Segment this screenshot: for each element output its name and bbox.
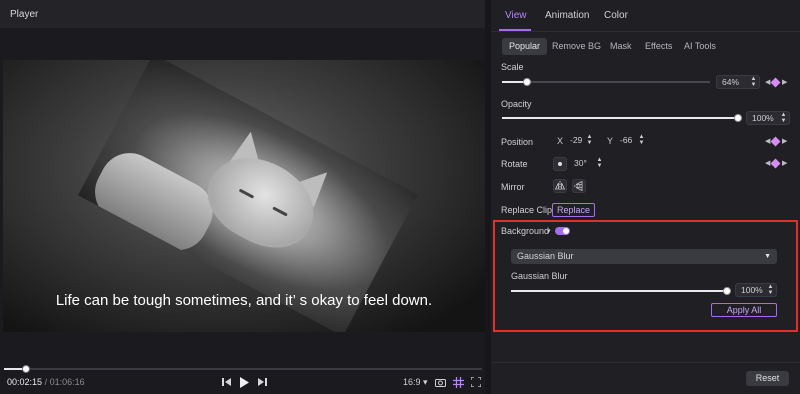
position-x-label: X <box>557 136 564 146</box>
next-frame-button[interactable] <box>256 374 268 390</box>
gaussian-blur-value-input[interactable]: 100% ▲ ▼ <box>735 283 777 297</box>
opacity-value: 100% <box>752 113 774 123</box>
aspect-ratio-value: 16:9 <box>403 377 421 387</box>
background-toggle[interactable] <box>555 227 570 235</box>
fullscreen-button[interactable] <box>469 374 483 390</box>
chevron-down-icon: ▼ <box>764 253 771 260</box>
timeline-playhead[interactable] <box>22 365 30 373</box>
tab-animation[interactable]: Animation <box>545 10 589 21</box>
opacity-label: Opacity <box>501 99 532 109</box>
play-icon <box>239 376 249 388</box>
play-button[interactable] <box>237 374 251 390</box>
next-frame-icon <box>257 378 267 386</box>
replace-clip-label: Replace Clip <box>501 205 553 215</box>
scale-value: 64% <box>722 77 740 87</box>
mirror-vertical-button[interactable] <box>572 179 586 193</box>
subtab-ai-tools[interactable]: AI Tools <box>677 38 723 55</box>
opacity-value-input[interactable]: 100% ▲ ▼ <box>746 111 790 125</box>
properties-panel: View Animation Color Popular Remove BG M… <box>491 0 800 394</box>
rotate-dial[interactable] <box>553 157 567 171</box>
rotate-value-input[interactable]: 30° ▲ ▼ <box>569 157 605 171</box>
scale-label: Scale <box>501 62 524 72</box>
photo-cat-head <box>193 140 329 264</box>
aspect-ratio-select[interactable]: 16:9 ▾ <box>403 377 428 388</box>
rotate-dial-icon <box>558 162 562 166</box>
scale-slider[interactable] <box>502 78 710 86</box>
replace-button[interactable]: Replace <box>552 203 595 217</box>
background-type-value: Gaussian Blur <box>517 251 574 261</box>
position-label: Position <box>501 137 534 147</box>
current-time: 00:02:15 <box>7 377 43 387</box>
flip-vertical-icon <box>574 180 584 192</box>
position-x-value: -29 <box>570 135 583 145</box>
stepper-icon[interactable]: ▲ ▼ <box>586 134 593 146</box>
stepper-icon[interactable]: ▲ ▼ <box>750 76 757 88</box>
opacity-slider-thumb[interactable] <box>734 114 742 122</box>
next-keyframe-icon[interactable]: ▶ <box>782 159 787 167</box>
rotate-value: 30° <box>574 158 587 168</box>
gaussian-blur-label: Gaussian Blur <box>511 271 568 281</box>
stepper-icon[interactable]: ▲ ▼ <box>638 134 645 146</box>
playback-timeline[interactable] <box>4 365 482 373</box>
apply-all-button[interactable]: Apply All <box>711 303 777 317</box>
tab-view[interactable]: View <box>505 10 527 21</box>
grid-toggle-button[interactable] <box>451 374 465 390</box>
total-time: 01:06:16 <box>49 377 85 387</box>
subtitle-text[interactable]: Life can be tough sometimes, and it’ s o… <box>3 292 485 309</box>
chevron-down-icon[interactable]: ▾ <box>547 227 551 235</box>
background-label: Background <box>501 226 550 236</box>
subtab-mask[interactable]: Mask <box>603 38 639 55</box>
stepper-icon[interactable]: ▲ ▼ <box>767 284 774 296</box>
flip-horizontal-icon <box>554 181 566 191</box>
stepper-icon[interactable]: ▲ ▼ <box>596 157 603 169</box>
next-keyframe-icon[interactable]: ▶ <box>782 78 787 86</box>
previous-frame-button[interactable] <box>220 374 232 390</box>
active-tab-indicator <box>499 29 531 31</box>
footer-divider <box>491 362 800 363</box>
reset-button[interactable]: Reset <box>746 371 789 386</box>
fullscreen-icon <box>471 377 481 387</box>
previous-frame-icon <box>221 378 231 386</box>
time-separator: / <box>44 377 48 387</box>
opacity-slider-fill <box>502 117 738 119</box>
camera-icon <box>434 378 446 387</box>
position-y-input[interactable]: -66 ▲ ▼ <box>615 134 647 148</box>
position-y-value: -66 <box>620 135 633 145</box>
gaussian-blur-slider-fill <box>511 290 727 292</box>
rotate-label: Rotate <box>501 159 528 169</box>
snapshot-button[interactable] <box>433 374 447 390</box>
stepper-icon[interactable]: ▲ ▼ <box>780 112 787 124</box>
mirror-label: Mirror <box>501 182 525 192</box>
player-panel: Player Life can be tough sometimes, and … <box>0 0 485 394</box>
background-type-dropdown[interactable]: Gaussian Blur ▼ <box>511 249 777 264</box>
opacity-slider[interactable] <box>502 114 742 122</box>
subtab-remove-bg[interactable]: Remove BG <box>545 38 608 55</box>
mirror-horizontal-button[interactable] <box>553 179 567 193</box>
chevron-down-icon: ▾ <box>423 377 428 387</box>
next-keyframe-icon[interactable]: ▶ <box>782 137 787 145</box>
gaussian-blur-slider[interactable] <box>511 287 731 295</box>
property-tabs: View Animation Color <box>491 0 800 32</box>
player-title: Player <box>10 9 39 20</box>
timecode: 00:02:15 / 01:06:16 <box>7 377 85 387</box>
subtab-effects[interactable]: Effects <box>638 38 679 55</box>
gaussian-blur-value: 100% <box>741 285 763 295</box>
player-header: Player <box>0 0 485 28</box>
gaussian-blur-slider-thumb[interactable] <box>723 287 731 295</box>
subtab-popular[interactable]: Popular <box>502 38 548 55</box>
scale-slider-thumb[interactable] <box>523 78 531 86</box>
video-preview[interactable]: Life can be tough sometimes, and it’ s o… <box>3 60 485 332</box>
position-x-input[interactable]: -29 ▲ ▼ <box>565 134 595 148</box>
position-y-label: Y <box>607 136 614 146</box>
grid-icon <box>452 376 464 388</box>
tab-color[interactable]: Color <box>604 10 628 21</box>
scale-value-input[interactable]: 64% ▲ ▼ <box>716 75 760 89</box>
